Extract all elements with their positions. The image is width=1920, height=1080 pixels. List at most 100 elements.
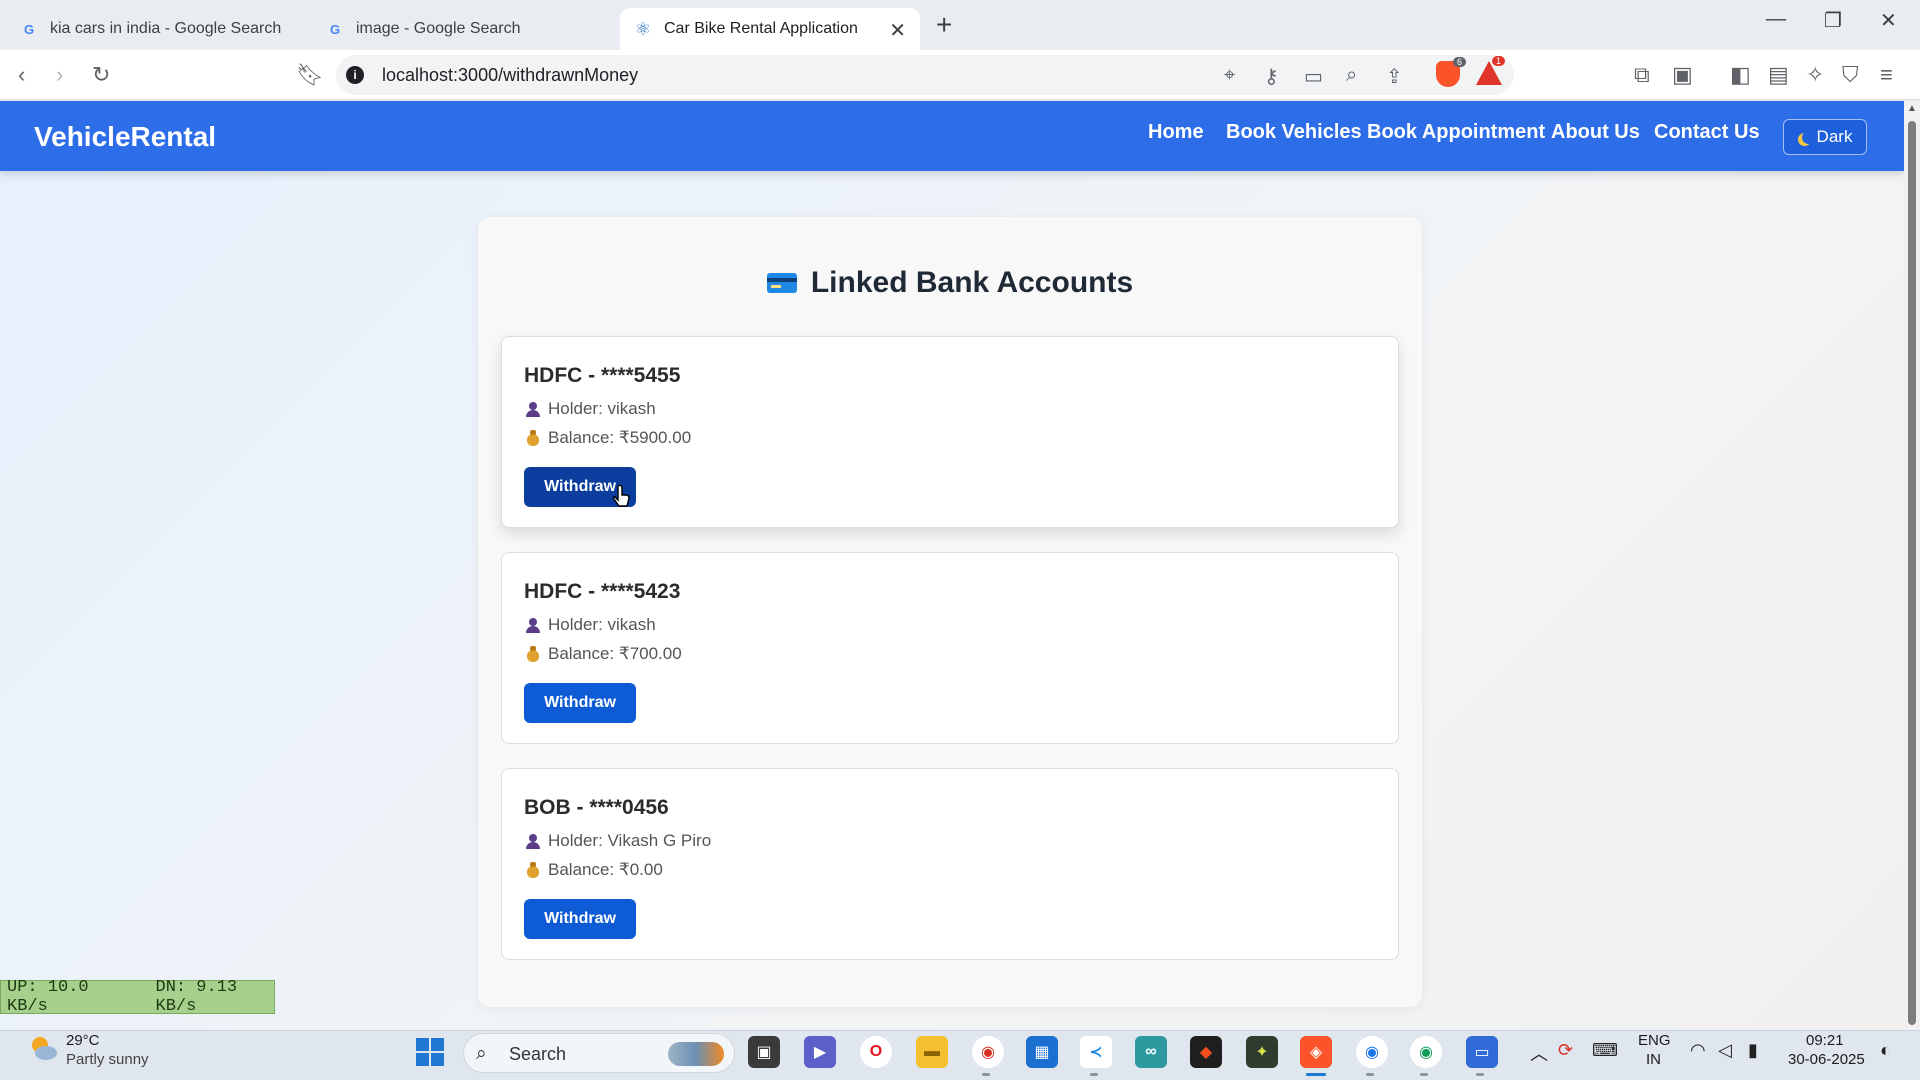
holder-line: Holder: Vikash G Piro xyxy=(526,831,711,851)
reload-icon[interactable]: ↻ xyxy=(92,63,110,87)
weather-description[interactable]: Partly sunny xyxy=(66,1051,149,1068)
clock-date[interactable]: 30-06-2025 xyxy=(1788,1051,1865,1068)
url-text[interactable]: localhost:3000/withdrawnMoney xyxy=(382,65,638,86)
tray-expand-icon[interactable]: ︿ xyxy=(1530,1040,1548,1066)
holder-line: Holder: vikash xyxy=(526,615,656,635)
zoom-icon[interactable]: ⌕ xyxy=(1346,64,1357,87)
site-info-icon[interactable]: i xyxy=(346,66,364,84)
balance-text: Balance: ₹700.00 xyxy=(548,644,682,663)
battery-icon[interactable]: ▮ xyxy=(1748,1040,1758,1061)
balance-line: Balance: ₹0.00 xyxy=(526,860,663,880)
site-navbar: VehicleRental Home Book Vehicles Book Ap… xyxy=(0,101,1904,171)
nav-about-us[interactable]: About Us xyxy=(1551,121,1640,144)
upload-speed: UP: 10.0 KB/s xyxy=(7,978,89,1016)
page-scrollbar[interactable]: ▲ ▼ xyxy=(1904,101,1920,1050)
location-icon[interactable]: ⌖ xyxy=(1224,64,1235,87)
sidebar-icon[interactable]: ◧ xyxy=(1730,63,1751,87)
tab-title: kia cars in india - Google Search xyxy=(50,20,282,37)
bookmark-icon[interactable]: 🔖︎ xyxy=(296,63,324,87)
forward-icon[interactable]: › xyxy=(56,63,63,87)
close-window-icon[interactable]: ✕ xyxy=(1880,8,1897,33)
chrome-alt-icon[interactable]: ◉ xyxy=(1410,1036,1442,1068)
arduino-icon[interactable]: ∞ xyxy=(1135,1036,1167,1068)
chrome-profile-icon[interactable]: ◉ xyxy=(1356,1036,1388,1068)
reading-list-icon[interactable]: ▣ xyxy=(1672,63,1693,87)
tab-title: Car Bike Rental Application xyxy=(664,20,858,37)
file-explorer-icon[interactable]: ▬ xyxy=(916,1036,948,1068)
vpn-icon[interactable]: ⛉ xyxy=(1842,63,1859,87)
google-icon: G xyxy=(329,21,341,37)
nav-book-appointment[interactable]: Book Appointment xyxy=(1367,121,1545,144)
minimize-icon[interactable]: — xyxy=(1766,8,1786,31)
key-icon[interactable]: ⚷ xyxy=(1264,64,1279,89)
page-title: Linked Bank Accounts xyxy=(810,266,1134,299)
balance-line: Balance: ₹700.00 xyxy=(526,644,682,664)
language-code[interactable]: ENG xyxy=(1638,1032,1671,1049)
share-icon[interactable]: ⇪ xyxy=(1386,64,1403,89)
wifi-icon[interactable]: ◠ xyxy=(1690,1040,1706,1061)
holder-text: Holder: vikash xyxy=(548,399,656,418)
menu-icon[interactable]: ≡ xyxy=(1880,63,1893,87)
dark-mode-toggle[interactable]: Dark xyxy=(1783,119,1867,155)
postgres-icon[interactable]: ✦ xyxy=(1246,1036,1278,1068)
scroll-up-icon[interactable]: ▲ xyxy=(1907,103,1917,114)
remote-desktop-icon[interactable]: ▭ xyxy=(1466,1036,1498,1068)
volume-icon[interactable]: ◁ xyxy=(1718,1040,1732,1061)
restore-icon[interactable]: ❐ xyxy=(1824,8,1842,33)
weather-temperature[interactable]: 29°C xyxy=(66,1032,100,1049)
running-indicator xyxy=(1420,1073,1428,1076)
running-indicator xyxy=(1366,1073,1374,1076)
leo-ai-icon[interactable]: ✧ xyxy=(1806,63,1824,87)
brave-rewards-icon[interactable]: 1 xyxy=(1476,55,1507,85)
opera-icon[interactable]: O xyxy=(860,1036,892,1068)
bank-accounts-panel: Linked Bank Accounts HDFC - ****5455 Hol… xyxy=(478,217,1422,1007)
vscode-icon[interactable]: ≺ xyxy=(1080,1036,1112,1068)
money-bag-icon xyxy=(526,430,540,446)
wallet-icon[interactable]: ▤ xyxy=(1768,63,1789,87)
scrollbar-thumb[interactable] xyxy=(1908,121,1916,1025)
account-card: HDFC - ****5455 Holder: vikash Balance: … xyxy=(501,336,1399,528)
tab-car-bike-rental[interactable]: ⚛ Car Bike Rental Application ✕ xyxy=(620,8,920,50)
extensions-icon[interactable]: ⧉ xyxy=(1634,63,1650,87)
search-label: Search xyxy=(509,1044,567,1064)
withdraw-button[interactable]: Withdraw xyxy=(524,899,636,939)
address-bar[interactable]: i localhost:3000/withdrawnMoney ⌖ ⚷ ▭ ⌕ … xyxy=(336,55,1514,95)
account-name: HDFC - ****5455 xyxy=(524,364,681,387)
brave-shields-icon[interactable]: 6 xyxy=(1436,57,1466,87)
balance-line: Balance: ₹5900.00 xyxy=(526,428,691,448)
task-view-icon[interactable]: ▣ xyxy=(748,1036,780,1068)
windows-taskbar xyxy=(0,1030,1920,1080)
clock-time[interactable]: 09:21 xyxy=(1806,1032,1844,1049)
cast-icon[interactable]: ▭ xyxy=(1304,64,1323,89)
brave-icon[interactable]: ◈ xyxy=(1300,1036,1332,1068)
tab-image-search[interactable]: G image - Google Search xyxy=(312,8,612,50)
region-code[interactable]: IN xyxy=(1646,1051,1661,1068)
close-tab-icon[interactable]: ✕ xyxy=(889,18,906,43)
nav-contact-us[interactable]: Contact Us xyxy=(1654,121,1760,144)
brand-logo[interactable]: VehicleRental xyxy=(34,121,216,153)
money-bag-icon xyxy=(526,862,540,878)
notifications-icon[interactable]: ◐ xyxy=(1880,1040,1891,1061)
sync-icon[interactable]: ⟳ xyxy=(1558,1040,1573,1061)
account-card: BOB - ****0456 Holder: Vikash G Piro Bal… xyxy=(501,768,1399,960)
keyboard-icon[interactable]: ⌨ xyxy=(1592,1040,1618,1061)
figma-icon[interactable]: ◆ xyxy=(1190,1036,1222,1068)
nav-book-vehicles[interactable]: Book Vehicles xyxy=(1226,121,1362,144)
new-tab-button[interactable]: + xyxy=(936,9,952,41)
dark-mode-label: Dark xyxy=(1816,127,1853,146)
search-highlight-icon xyxy=(668,1042,724,1066)
back-icon[interactable]: ‹ xyxy=(18,63,25,87)
google-icon: G xyxy=(23,21,35,37)
windows-start-icon[interactable] xyxy=(416,1038,444,1066)
teams-icon[interactable]: ▶ xyxy=(804,1036,836,1068)
panel-header: Linked Bank Accounts xyxy=(478,266,1422,300)
chrome-icon[interactable]: ◉ xyxy=(972,1036,1004,1068)
tab-kia-cars[interactable]: G kia cars in india - Google Search xyxy=(6,8,306,50)
browser-toolbar: ‹ › ↻ 🔖︎ i localhost:3000/withdrawnMoney… xyxy=(0,50,1920,100)
withdraw-button[interactable]: Withdraw xyxy=(524,683,636,723)
nav-home[interactable]: Home xyxy=(1148,121,1204,144)
shield-count: 6 xyxy=(1452,57,1466,67)
store-icon[interactable]: ▦ xyxy=(1026,1036,1058,1068)
person-icon xyxy=(526,833,540,849)
taskbar-search[interactable]: ⌕ Search xyxy=(463,1033,735,1073)
